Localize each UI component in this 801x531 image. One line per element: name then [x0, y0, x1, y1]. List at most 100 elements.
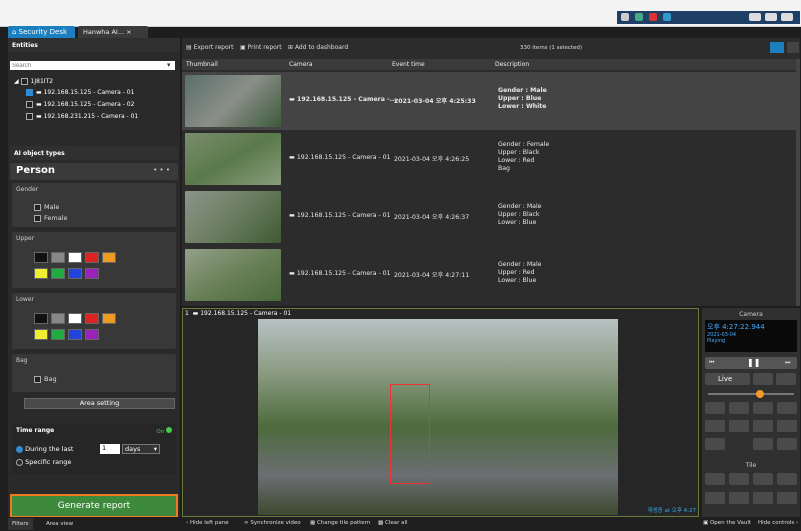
- duration-input[interactable]: 1: [100, 444, 120, 454]
- grid-view-icon[interactable]: [770, 42, 784, 53]
- tray-icon[interactable]: [621, 13, 629, 21]
- video-tile[interactable]: 1 ▬ 192.168.15.125 - Camera - 01 재생중 at …: [182, 308, 699, 517]
- area-setting-button[interactable]: Area setting: [24, 398, 175, 409]
- tab-security-desk[interactable]: ⌂ Security Desk: [8, 26, 75, 38]
- change-tile-pattern-button[interactable]: ▦ Change tile pattern: [310, 520, 370, 526]
- specific-radio[interactable]: [16, 458, 23, 466]
- record-icon[interactable]: [729, 402, 749, 414]
- bag-checkbox[interactable]: [34, 375, 41, 383]
- previous-icon[interactable]: [729, 420, 749, 432]
- search-input[interactable]: [10, 61, 175, 70]
- item-checkbox[interactable]: [26, 89, 33, 96]
- color-swatch-red[interactable]: [85, 252, 99, 263]
- during-option[interactable]: During the last: [16, 445, 73, 453]
- item-checkbox[interactable]: [26, 101, 33, 108]
- microphone-icon[interactable]: [705, 438, 725, 450]
- col-event-time[interactable]: Event time: [392, 61, 425, 68]
- tree-item[interactable]: ▬ 192.168.15.125 - Camera - 02: [26, 101, 134, 108]
- female-checkbox[interactable]: [34, 214, 41, 222]
- alert-icon[interactable]: [649, 13, 657, 21]
- tree-item[interactable]: ▬ 192.168.231.215 - Camera - 01: [26, 113, 138, 120]
- color-swatch-orange[interactable]: [102, 252, 116, 263]
- ptz-icon[interactable]: [753, 420, 773, 432]
- object-type-select[interactable]: Person • • •: [10, 163, 178, 180]
- color-swatch-red[interactable]: [85, 313, 99, 324]
- pause-icon[interactable]: ❚❚: [747, 358, 760, 367]
- generate-report-button[interactable]: Generate report: [10, 494, 178, 518]
- color-swatch-white[interactable]: [68, 313, 82, 324]
- male-option[interactable]: Male: [34, 203, 59, 211]
- tile-back-icon[interactable]: [705, 492, 725, 504]
- table-row[interactable]: ▬ 192.168.15.125 - Camera - 01 2021-03-0…: [182, 188, 800, 246]
- color-swatch-green[interactable]: [51, 268, 65, 279]
- tab-filters[interactable]: Filters: [8, 518, 33, 530]
- video-feed[interactable]: [258, 319, 618, 515]
- male-checkbox[interactable]: [34, 203, 41, 211]
- tile-refresh-icon[interactable]: [753, 473, 773, 485]
- root-checkbox[interactable]: [20, 78, 28, 85]
- close-icon[interactable]: [781, 13, 793, 21]
- maximize-icon[interactable]: [765, 13, 777, 21]
- eject-icon[interactable]: [753, 373, 773, 385]
- hide-controls-button[interactable]: Hide controls ›: [758, 520, 798, 526]
- speaker-icon[interactable]: [753, 438, 773, 450]
- chart-view-icon[interactable]: [787, 42, 799, 53]
- item-checkbox[interactable]: [26, 113, 33, 120]
- add-to-dashboard-button[interactable]: ⊞ Add to dashboard: [288, 44, 348, 51]
- snapshot-icon[interactable]: [777, 402, 797, 414]
- specific-option[interactable]: Specific range: [16, 458, 71, 466]
- color-swatch-orange[interactable]: [102, 313, 116, 324]
- color-swatch-purple[interactable]: [85, 329, 99, 340]
- info-icon[interactable]: [777, 438, 797, 450]
- col-description[interactable]: Description: [495, 61, 529, 68]
- open-vault-button[interactable]: ▣ Open the Vault: [703, 520, 751, 526]
- tree-root[interactable]: ◢ 1J81IT2: [14, 78, 53, 85]
- tile-sync-icon[interactable]: [777, 492, 797, 504]
- color-swatch-blue[interactable]: [68, 329, 82, 340]
- unit-select[interactable]: days ▾: [122, 444, 160, 454]
- synchronize-video-button[interactable]: ∞ Synchronize video: [244, 520, 301, 526]
- skip-back-icon[interactable]: ⏮: [709, 359, 714, 367]
- export-report-button[interactable]: ▤ Export report: [186, 44, 233, 51]
- color-swatch-yellow[interactable]: [34, 268, 48, 279]
- color-swatch-white[interactable]: [68, 252, 82, 263]
- clear-all-button[interactable]: ▩ Clear all: [378, 520, 408, 526]
- clock-icon[interactable]: [705, 402, 725, 414]
- more-icon[interactable]: • • •: [153, 166, 170, 174]
- next-icon[interactable]: [777, 420, 797, 432]
- table-row[interactable]: ▬ 192.168.15.125 - Camera - 01 2021-03-0…: [182, 130, 800, 188]
- tab-area-view[interactable]: Area view: [46, 518, 73, 530]
- color-swatch-gray[interactable]: [51, 252, 65, 263]
- tree-item[interactable]: ▬ 192.168.15.125 - Camera - 01: [26, 89, 134, 96]
- tray-icon[interactable]: [635, 13, 643, 21]
- table-row[interactable]: ▬ 192.168.15.125 - Camera -... 2021-03-0…: [182, 72, 800, 130]
- table-row[interactable]: ▬ 192.168.15.125 - Camera - 01 2021-03-0…: [182, 246, 800, 304]
- live-button[interactable]: Live: [705, 373, 750, 385]
- tile-pattern-icon[interactable]: [705, 473, 725, 485]
- tile-forward-icon[interactable]: [729, 492, 749, 504]
- home-icon[interactable]: [753, 492, 773, 504]
- tree-expand-icon[interactable]: ◢: [14, 78, 19, 85]
- bookmark-icon[interactable]: [753, 402, 773, 414]
- col-camera[interactable]: Camera: [289, 61, 313, 68]
- minimize-icon[interactable]: [749, 13, 761, 21]
- time-range-toggle[interactable]: On: [156, 427, 172, 435]
- color-swatch-purple[interactable]: [85, 268, 99, 279]
- col-thumbnail[interactable]: Thumbnail: [186, 61, 218, 68]
- color-swatch-gray[interactable]: [51, 313, 65, 324]
- during-radio[interactable]: [16, 445, 23, 453]
- color-swatch-blue[interactable]: [68, 268, 82, 279]
- color-swatch-yellow[interactable]: [34, 329, 48, 340]
- zoom-icon[interactable]: [705, 420, 725, 432]
- table-scrollbar[interactable]: [796, 59, 800, 306]
- tile-clear-icon[interactable]: [777, 473, 797, 485]
- slider-handle[interactable]: [756, 390, 765, 398]
- tab-hanwha-ai[interactable]: Hanwha AI... ×: [78, 26, 148, 38]
- fullscreen-icon[interactable]: [729, 473, 749, 485]
- skip-forward-icon[interactable]: ⏭: [785, 359, 790, 367]
- hide-left-pane-button[interactable]: ‹ Hide left pane: [186, 520, 229, 526]
- tray-icon[interactable]: [663, 13, 671, 21]
- filter-icon[interactable]: ▾: [167, 61, 171, 69]
- close-icon[interactable]: ×: [126, 28, 131, 36]
- speed-slider[interactable]: [708, 390, 794, 398]
